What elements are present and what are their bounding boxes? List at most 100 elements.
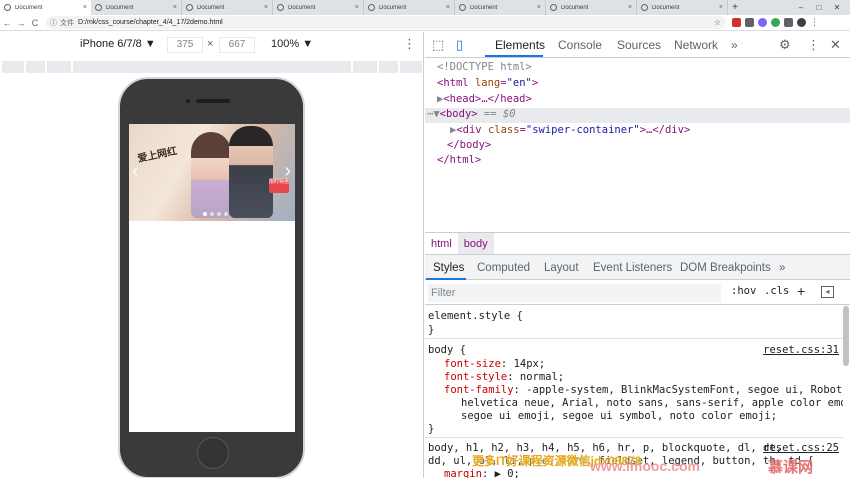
- reset-rule-source-link[interactable]: reset.css:25: [763, 442, 839, 454]
- browser-tab[interactable]: Document ×: [0, 0, 91, 15]
- tab-event-listeners[interactable]: Event Listeners: [593, 262, 672, 274]
- next-arrow-icon[interactable]: ›: [284, 160, 291, 183]
- browser-tab[interactable]: Document ×: [637, 0, 728, 15]
- extension-icon[interactable]: [771, 18, 780, 27]
- dom-html-close[interactable]: </html>: [437, 154, 481, 166]
- body-rule-source-link[interactable]: reset.css:31: [763, 344, 839, 356]
- tab-sources[interactable]: Sources: [617, 38, 661, 52]
- maximize-button[interactable]: □: [812, 3, 826, 12]
- extension-icon[interactable]: [758, 18, 767, 27]
- browser-tab-strip: Document × Document × Document × Document × …: [0, 0, 850, 15]
- dom-node-html[interactable]: <html lang="en">: [437, 77, 538, 89]
- tab-close-icon[interactable]: ×: [537, 4, 541, 11]
- toggle-sidebar-icon[interactable]: ◂: [821, 286, 834, 298]
- element-style-rule[interactable]: element.style {: [428, 310, 523, 322]
- reload-button[interactable]: C: [28, 18, 42, 28]
- watermark-site: www.imooc.com: [590, 458, 700, 474]
- style-declaration[interactable]: margin: ▶ 0;: [444, 468, 520, 478]
- gear-icon[interactable]: ⚙: [779, 37, 791, 53]
- close-icon[interactable]: ✕: [830, 37, 841, 53]
- tab-close-icon[interactable]: ×: [719, 4, 723, 11]
- more-options-icon[interactable]: ⋮: [403, 36, 416, 52]
- inspect-element-icon[interactable]: ⬚: [432, 37, 444, 53]
- dom-doctype[interactable]: <!DOCTYPE html>: [437, 61, 532, 73]
- swiper-banner[interactable]: 爱上网红 限时特惠 ‹ ›: [129, 124, 295, 221]
- forward-button[interactable]: →: [14, 18, 28, 28]
- dom-node-head[interactable]: ▶<head>…</head>: [437, 93, 532, 105]
- dom-node-body-selected[interactable]: ⋯▼<body> == $0: [425, 108, 850, 123]
- browser-tab[interactable]: Document ×: [273, 0, 364, 15]
- extension-icon[interactable]: [745, 18, 754, 27]
- browser-tab[interactable]: Document ×: [546, 0, 637, 15]
- tab-close-icon[interactable]: ×: [264, 4, 268, 11]
- style-declaration[interactable]: font-style: normal;: [444, 371, 564, 383]
- kebab-menu-icon[interactable]: ⋮: [807, 37, 820, 53]
- breadcrumb-body[interactable]: body: [457, 232, 494, 255]
- back-button[interactable]: ←: [0, 18, 14, 28]
- zoom-select[interactable]: 100% ▼: [271, 38, 313, 50]
- prev-arrow-icon[interactable]: ‹: [132, 160, 139, 183]
- menu-icon[interactable]: ⋮: [810, 17, 819, 28]
- window-controls: – □ ✕: [794, 0, 850, 15]
- breadcrumb-html[interactable]: html: [425, 233, 458, 255]
- globe-icon: [95, 4, 102, 11]
- phone-screen[interactable]: 爱上网红 限时特惠 ‹ ›: [129, 124, 295, 432]
- extension-icon[interactable]: [732, 18, 741, 27]
- puzzle-icon[interactable]: [784, 18, 793, 27]
- extension-icons: ⋮: [732, 17, 819, 28]
- tab-close-icon[interactable]: ×: [83, 4, 87, 11]
- width-input[interactable]: 375: [167, 37, 203, 53]
- tab-dom-breakpoints[interactable]: DOM Breakpoints: [680, 262, 771, 274]
- globe-icon: [277, 4, 284, 11]
- style-declaration[interactable]: font-size: 14px;: [444, 358, 545, 370]
- more-subtabs-icon[interactable]: »: [779, 262, 785, 274]
- device-toggle-icon[interactable]: ▯: [456, 37, 463, 53]
- rule-close-brace: }: [428, 423, 435, 435]
- filter-input[interactable]: Filter: [428, 283, 721, 302]
- pagination-dot[interactable]: [217, 212, 221, 216]
- pagination-dot[interactable]: [224, 212, 228, 216]
- browser-tab[interactable]: Document ×: [364, 0, 455, 15]
- globe-icon: [459, 4, 466, 11]
- camera-icon: [186, 99, 190, 103]
- tab-layout[interactable]: Layout: [544, 262, 579, 274]
- globe-icon: [641, 4, 648, 11]
- tab-computed[interactable]: Computed: [477, 262, 530, 274]
- tab-close-icon[interactable]: ×: [355, 4, 359, 11]
- tab-network[interactable]: Network: [674, 38, 718, 52]
- media-query-bar[interactable]: [0, 59, 424, 74]
- new-tab-button[interactable]: +: [728, 0, 742, 15]
- globe-icon: [550, 4, 557, 11]
- styles-scrollbar[interactable]: [843, 306, 849, 366]
- styles-subtabs: Styles Computed Layout Event Listeners D…: [425, 254, 850, 280]
- dom-body-close[interactable]: </body>: [447, 139, 491, 151]
- tab-title: Document: [652, 4, 680, 11]
- close-window-button[interactable]: ✕: [830, 3, 844, 12]
- tab-styles[interactable]: Styles: [433, 262, 464, 274]
- browser-tab[interactable]: Document ×: [182, 0, 273, 15]
- cls-toggle[interactable]: .cls: [764, 285, 789, 297]
- more-tabs-icon[interactable]: »: [731, 38, 738, 52]
- browser-tab[interactable]: Document ×: [455, 0, 546, 15]
- hov-toggle[interactable]: :hov: [731, 285, 756, 297]
- new-rule-button[interactable]: +: [797, 283, 805, 299]
- tab-console[interactable]: Console: [558, 38, 602, 52]
- minimize-button[interactable]: –: [794, 3, 808, 12]
- home-button[interactable]: [197, 437, 229, 469]
- height-input[interactable]: 667: [219, 37, 255, 53]
- tab-elements[interactable]: Elements: [495, 38, 545, 52]
- url-input[interactable]: ⓘ 文件 D:/mk/css_course/chapter_4/4_17/2de…: [46, 16, 726, 29]
- tab-close-icon[interactable]: ×: [446, 4, 450, 11]
- browser-tab[interactable]: Document ×: [91, 0, 182, 15]
- device-select[interactable]: iPhone 6/7/8 ▼: [80, 38, 156, 50]
- pagination-dot[interactable]: [210, 212, 214, 216]
- tab-close-icon[interactable]: ×: [173, 4, 177, 11]
- dom-node-div[interactable]: ▶<div class="swiper-container">…</div>: [450, 124, 690, 136]
- bookmark-star-icon[interactable]: ☆: [714, 18, 721, 27]
- info-icon[interactable]: ⓘ: [50, 18, 57, 28]
- style-declaration[interactable]: font-family: -apple-system, BlinkMacSyst…: [444, 384, 843, 396]
- profile-avatar[interactable]: [797, 18, 806, 27]
- body-rule-selector[interactable]: body {: [428, 344, 466, 356]
- pagination-dot[interactable]: [203, 212, 207, 216]
- tab-close-icon[interactable]: ×: [628, 4, 632, 11]
